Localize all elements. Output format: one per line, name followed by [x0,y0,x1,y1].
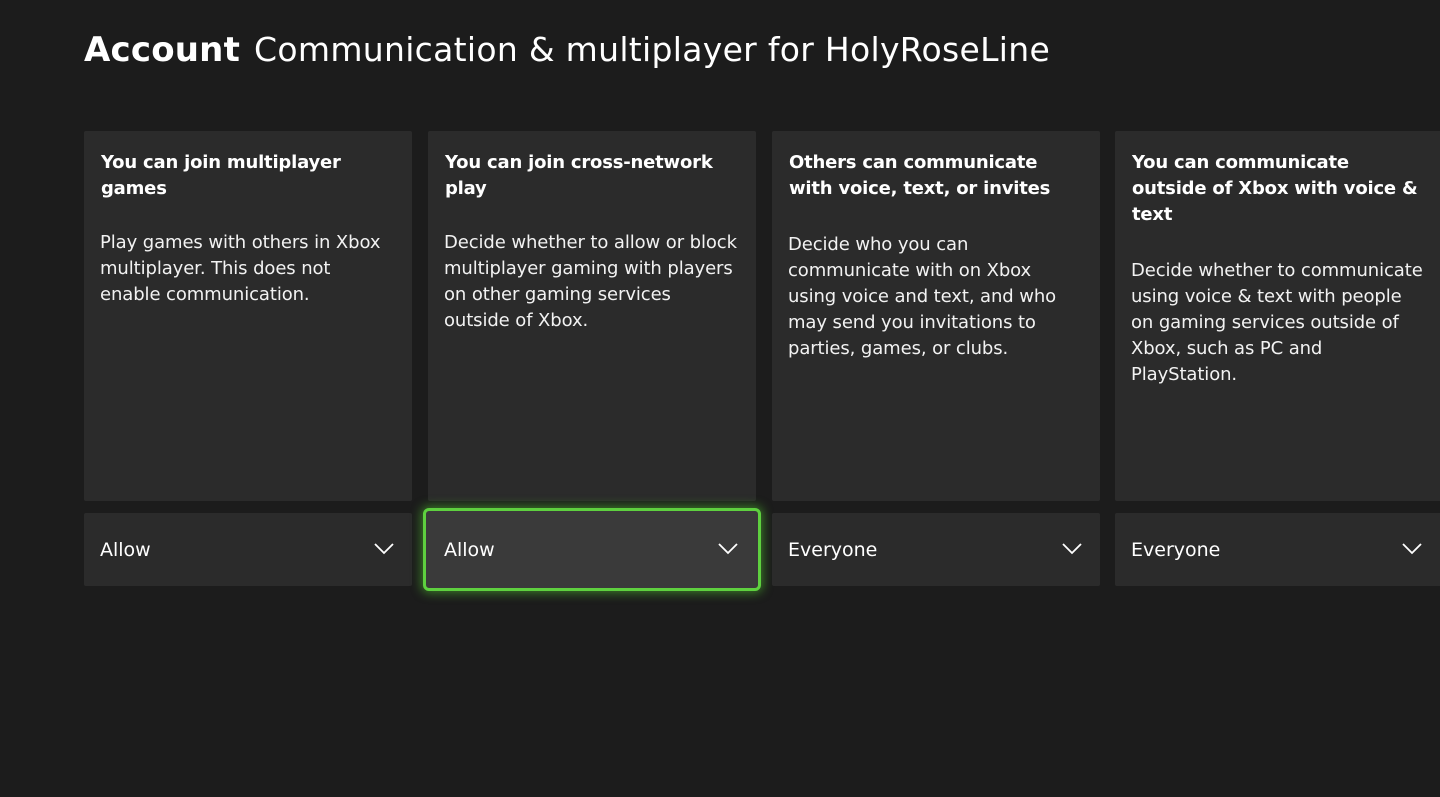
page-title: Communication & multiplayer for HolyRose… [254,30,1051,69]
dropdown-value: Allow [100,538,151,561]
outside-xbox-dropdown[interactable]: Everyone [1115,513,1440,586]
chevron-down-icon [1402,542,1422,554]
setting-title: You can join cross-network play [445,152,713,199]
page-header: Account Communication & multiplayer for … [84,30,1050,76]
setting-card-communicate: Others can communicate with voice, text,… [772,131,1100,501]
dropdown-value: Everyone [788,538,878,561]
dropdown-value: Allow [444,538,495,561]
setting-title: Others can communicate with voice, text,… [789,152,1051,199]
setting-title: You can communicate outside of Xbox with… [1132,152,1418,225]
multiplayer-dropdown[interactable]: Allow [84,513,412,586]
cross-network-dropdown[interactable]: Allow [423,508,761,591]
setting-description: Decide who you can communicate with on X… [788,234,1057,359]
setting-card-outside-xbox: You can communicate outside of Xbox with… [1115,131,1440,501]
chevron-down-icon [718,542,738,554]
setting-description: Decide whether to allow or block multipl… [444,232,737,331]
communicate-dropdown[interactable]: Everyone [772,513,1100,586]
dropdown-value: Everyone [1131,538,1221,561]
setting-description: Decide whether to communicate using voic… [1131,260,1423,385]
setting-description: Play games with others in Xbox multiplay… [100,232,381,305]
setting-card-multiplayer: You can join multiplayer games Play game… [84,131,412,501]
setting-card-cross-network: You can join cross-network play Decide w… [428,131,756,501]
chevron-down-icon [374,542,394,554]
chevron-down-icon [1062,542,1082,554]
section-title: Account [84,30,241,70]
setting-title: You can join multiplayer games [101,152,341,199]
